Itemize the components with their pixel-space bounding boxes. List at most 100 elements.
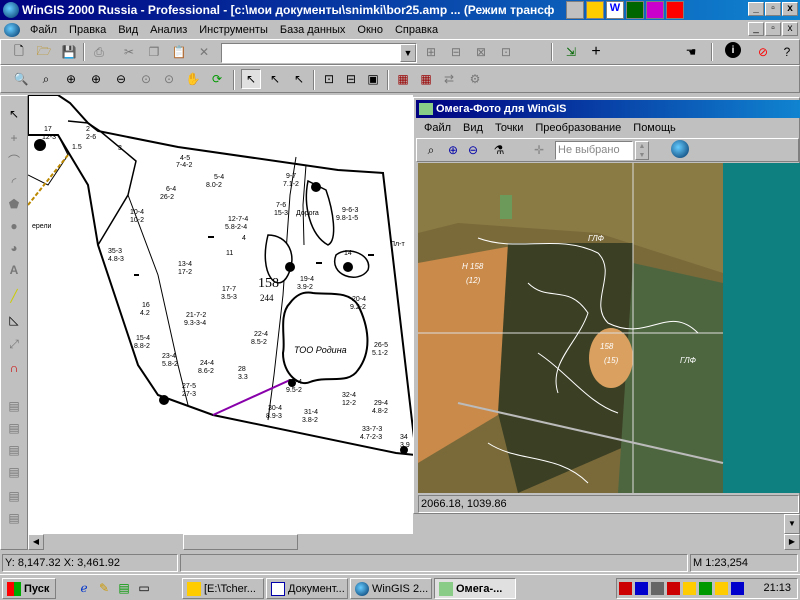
pointer-icon[interactable]: ↖ (4, 104, 24, 124)
table-tool2-icon[interactable]: ▤ (4, 418, 24, 438)
polyline-tool-icon[interactable]: ⌒ (4, 150, 24, 170)
omega-menu-points[interactable]: Точки (489, 120, 529, 136)
layer-tool2-icon[interactable]: ⊟ (446, 42, 466, 62)
info-icon[interactable]: i (725, 42, 741, 58)
menu-edit[interactable]: Правка (63, 21, 112, 39)
paste-icon[interactable]: 📋 (169, 42, 189, 62)
task-explorer[interactable]: [E:\Tcher... (182, 578, 264, 599)
magnet-icon[interactable]: ∩ (4, 358, 24, 378)
task-word[interactable]: Документ... (266, 578, 348, 599)
select-point-icon[interactable]: ⊡ (319, 69, 339, 89)
zoom-prev-icon[interactable]: ⊙ (136, 69, 156, 89)
measure-tool-icon[interactable]: ╱ (4, 286, 24, 306)
polygon-tool-icon[interactable]: ⬟ (4, 194, 24, 214)
layer-d-icon[interactable]: ⚙ (465, 69, 485, 89)
map-canvas[interactable]: 17 12-3 2 2-6 1.5 3 4-5 7-4-2 5-4 8.0-2 9-7 7.1-2 6-… (28, 95, 413, 550)
doc-minimize-button[interactable]: _ (748, 22, 764, 36)
table-tool3-icon[interactable]: ▤ (4, 440, 24, 460)
table-tool5-icon[interactable]: ▤ (4, 486, 24, 506)
refresh-icon[interactable]: ⟳ (207, 69, 227, 89)
omega-menu-help[interactable]: Помощь (627, 120, 682, 136)
layer-a-icon[interactable]: ▦ (393, 69, 413, 89)
omega-zoom-icon[interactable]: ⌕ (421, 140, 441, 160)
circle-tool-icon[interactable]: ● (4, 216, 24, 236)
select-icon[interactable]: ↖ (241, 69, 261, 89)
spinner-icon[interactable]: ▲ ▼ (635, 141, 649, 160)
omega-zoom-out-icon[interactable]: ⊖ (463, 140, 483, 160)
scroll-up-icon[interactable]: ▼ (784, 514, 800, 534)
omega-hscroll[interactable]: ◀ ▶ (28, 534, 800, 550)
layer-tool-icon[interactable]: ⊞ (421, 42, 441, 62)
pan-icon[interactable]: ✋ (183, 69, 203, 89)
layer-b-icon[interactable]: ▦ (416, 69, 436, 89)
omega-menu-view[interactable]: Вид (457, 120, 489, 136)
menu-view[interactable]: Вид (112, 21, 144, 39)
arc-tool-icon[interactable]: ◜ (4, 172, 24, 192)
layer-tool4-icon[interactable]: ⊡ (496, 42, 516, 62)
channels-icon[interactable]: ▤ (114, 578, 134, 598)
select-poly-icon[interactable]: ▣ (363, 69, 383, 89)
select-multi-icon[interactable]: ↖ (265, 69, 285, 89)
select-circle-icon[interactable]: ↖ (289, 69, 309, 89)
doc-close-button[interactable]: x (782, 22, 798, 36)
copy-icon[interactable]: ❐ (144, 42, 164, 62)
menu-analysis[interactable]: Анализ (144, 21, 193, 39)
print-icon[interactable]: ⎙ (89, 42, 109, 62)
menu-database[interactable]: База данных (274, 21, 352, 39)
offset-tool-icon[interactable]: ⤢ (4, 334, 24, 354)
doc-icon[interactable] (4, 22, 20, 37)
save-icon[interactable]: 💾 (59, 42, 79, 62)
aerial-photo[interactable]: 158 (15) ГЛФ ГЛФ Н 158 (12) (418, 163, 800, 493)
vscroll[interactable]: ▼ (784, 514, 800, 534)
minimize-button[interactable]: _ (748, 2, 764, 16)
omega-menu-file[interactable]: Файл (418, 120, 457, 136)
delete-icon[interactable]: ✕ (194, 42, 214, 62)
cut-icon[interactable]: ✂ (119, 42, 139, 62)
select-rect-icon[interactable]: ⊟ (341, 69, 361, 89)
omega-globe-icon[interactable] (671, 140, 689, 158)
point-tool-icon[interactable]: + (4, 128, 24, 148)
ie-icon[interactable]: ℯ (74, 578, 94, 598)
maximize-button[interactable]: ▫ (765, 2, 781, 16)
task-wingis[interactable]: WinGIS 2... (350, 578, 432, 599)
table-tool4-icon[interactable]: ▤ (4, 462, 24, 482)
chevron-down-icon[interactable]: ▼ (400, 44, 416, 62)
menu-file[interactable]: Файл (24, 21, 63, 39)
zoom-window-icon[interactable]: ⌕ (36, 69, 56, 89)
menu-window[interactable]: Окно (351, 21, 389, 39)
hand-icon[interactable]: ☚ (681, 42, 701, 62)
stop-icon[interactable]: ⊘ (753, 42, 773, 62)
desktop-icon[interactable]: ▭ (134, 578, 154, 598)
doc-restore-button[interactable]: ▫ (765, 22, 781, 36)
zoom-icon[interactable]: 🔍 (11, 69, 31, 89)
crosshair-icon[interactable]: + (586, 42, 606, 62)
transform-icon[interactable]: ⇲ (561, 42, 581, 62)
menu-tools[interactable]: Инструменты (193, 21, 274, 39)
omega-microscope-icon[interactable]: ⚗ (489, 140, 509, 160)
layer-c-icon[interactable]: ⇄ (439, 69, 459, 89)
outlook-icon[interactable]: ✎ (94, 578, 114, 598)
table-tool-icon[interactable]: ▤ (4, 396, 24, 416)
omega-point-select[interactable]: Не выбрано (555, 141, 633, 160)
open-icon[interactable]: 🗁 (34, 42, 54, 62)
scroll-thumb[interactable] (183, 534, 298, 550)
omega-point-icon[interactable]: ✛ (529, 140, 549, 160)
menu-help[interactable]: Справка (389, 21, 444, 39)
zoom-next-icon[interactable]: ⊙ (159, 69, 179, 89)
new-icon[interactable]: 🗋 (9, 42, 29, 62)
omega-menu-transform[interactable]: Преобразование (529, 120, 627, 136)
task-omega[interactable]: Омега-... (434, 578, 516, 599)
help-icon[interactable]: ? (777, 42, 797, 62)
table-tool6-icon[interactable]: ▤ (4, 508, 24, 528)
layer-select[interactable]: ▼ (221, 43, 417, 63)
scroll-right-icon[interactable]: ▶ (784, 534, 800, 550)
start-button[interactable]: Пуск (2, 578, 56, 599)
scroll-left-icon[interactable]: ◀ (28, 534, 44, 550)
zoom-all-icon[interactable]: ⊕ (61, 69, 81, 89)
layer-tool3-icon[interactable]: ⊠ (471, 42, 491, 62)
symbol-tool-icon[interactable]: ◕ (4, 238, 24, 258)
omega-zoom-in-icon[interactable]: ⊕ (443, 140, 463, 160)
area-tool-icon[interactable]: ◺ (4, 310, 24, 330)
zoom-out-icon[interactable]: ⊖ (111, 69, 131, 89)
close-button[interactable]: x (782, 2, 798, 16)
